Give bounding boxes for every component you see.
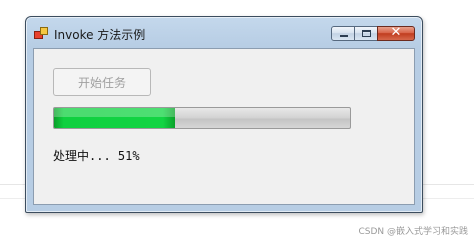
maximize-icon bbox=[362, 30, 371, 37]
app-icon bbox=[34, 27, 48, 41]
status-label: 处理中... 51% bbox=[53, 149, 140, 163]
watermark-text: CSDN @嵌入式学习和实践 bbox=[358, 227, 468, 237]
title-bar[interactable]: Invoke 方法示例 ✕ bbox=[26, 17, 422, 49]
minimize-button[interactable] bbox=[331, 26, 355, 41]
minimize-icon bbox=[340, 35, 348, 37]
maximize-button[interactable] bbox=[354, 26, 378, 41]
progress-fill bbox=[54, 108, 176, 128]
window-title: Invoke 方法示例 bbox=[54, 28, 146, 42]
close-icon: ✕ bbox=[390, 25, 402, 40]
client-area: 开始任务 处理中... 51% bbox=[33, 48, 415, 205]
start-task-button[interactable]: 开始任务 bbox=[53, 68, 151, 96]
app-window: Invoke 方法示例 ✕ 开始任务 处理中... 51% bbox=[25, 16, 423, 213]
progress-bar bbox=[53, 107, 351, 129]
close-button[interactable]: ✕ bbox=[377, 25, 415, 41]
window-controls: ✕ bbox=[331, 25, 415, 43]
